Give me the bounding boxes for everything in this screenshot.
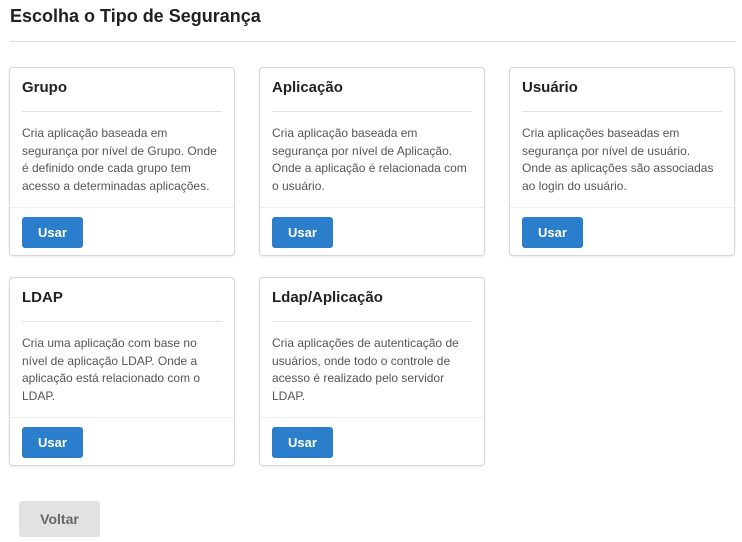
card-description: Cria aplicação baseada em segurança por … [22, 126, 217, 193]
card-title: Grupo [22, 79, 67, 96]
card-divider [22, 111, 222, 112]
use-aplicacao-button[interactable]: Usar [272, 217, 333, 248]
security-card-ldap-aplicacao: Ldap/Aplicação Cria aplicações de autent… [259, 277, 485, 466]
card-description: Cria aplicações de autenticação de usuár… [272, 336, 459, 403]
back-button[interactable]: Voltar [19, 501, 100, 537]
card-description: Cria uma aplicação com base no nível de … [22, 336, 201, 403]
use-ldap-button[interactable]: Usar [22, 427, 83, 458]
security-card-usuario: Usuário Cria aplicações baseadas em segu… [509, 67, 735, 256]
card-footer: Usar [10, 207, 234, 255]
security-card-grupo: Grupo Cria aplicação baseada em seguranç… [9, 67, 235, 256]
card-footer: Usar [10, 417, 234, 465]
card-footer: Usar [260, 207, 484, 255]
card-title: Ldap/Aplicação [272, 289, 383, 306]
card-title: Usuário [522, 79, 578, 96]
use-grupo-button[interactable]: Usar [22, 217, 83, 248]
page-title: Escolha o Tipo de Segurança [10, 6, 261, 26]
card-divider [272, 111, 472, 112]
card-divider [522, 111, 722, 112]
security-card-aplicacao: Aplicação Cria aplicação baseada em segu… [259, 67, 485, 256]
title-divider [10, 41, 736, 42]
security-card-ldap: LDAP Cria uma aplicação com base no níve… [9, 277, 235, 466]
card-footer: Usar [260, 417, 484, 465]
card-title: Aplicação [272, 79, 343, 96]
card-description: Cria aplicação baseada em segurança por … [272, 126, 467, 193]
card-divider [22, 321, 222, 322]
use-ldap-aplicacao-button[interactable]: Usar [272, 427, 333, 458]
use-usuario-button[interactable]: Usar [522, 217, 583, 248]
card-title: LDAP [22, 289, 63, 306]
card-footer: Usar [510, 207, 734, 255]
card-divider [272, 321, 472, 322]
card-description: Cria aplicações baseadas em segurança po… [522, 126, 714, 193]
